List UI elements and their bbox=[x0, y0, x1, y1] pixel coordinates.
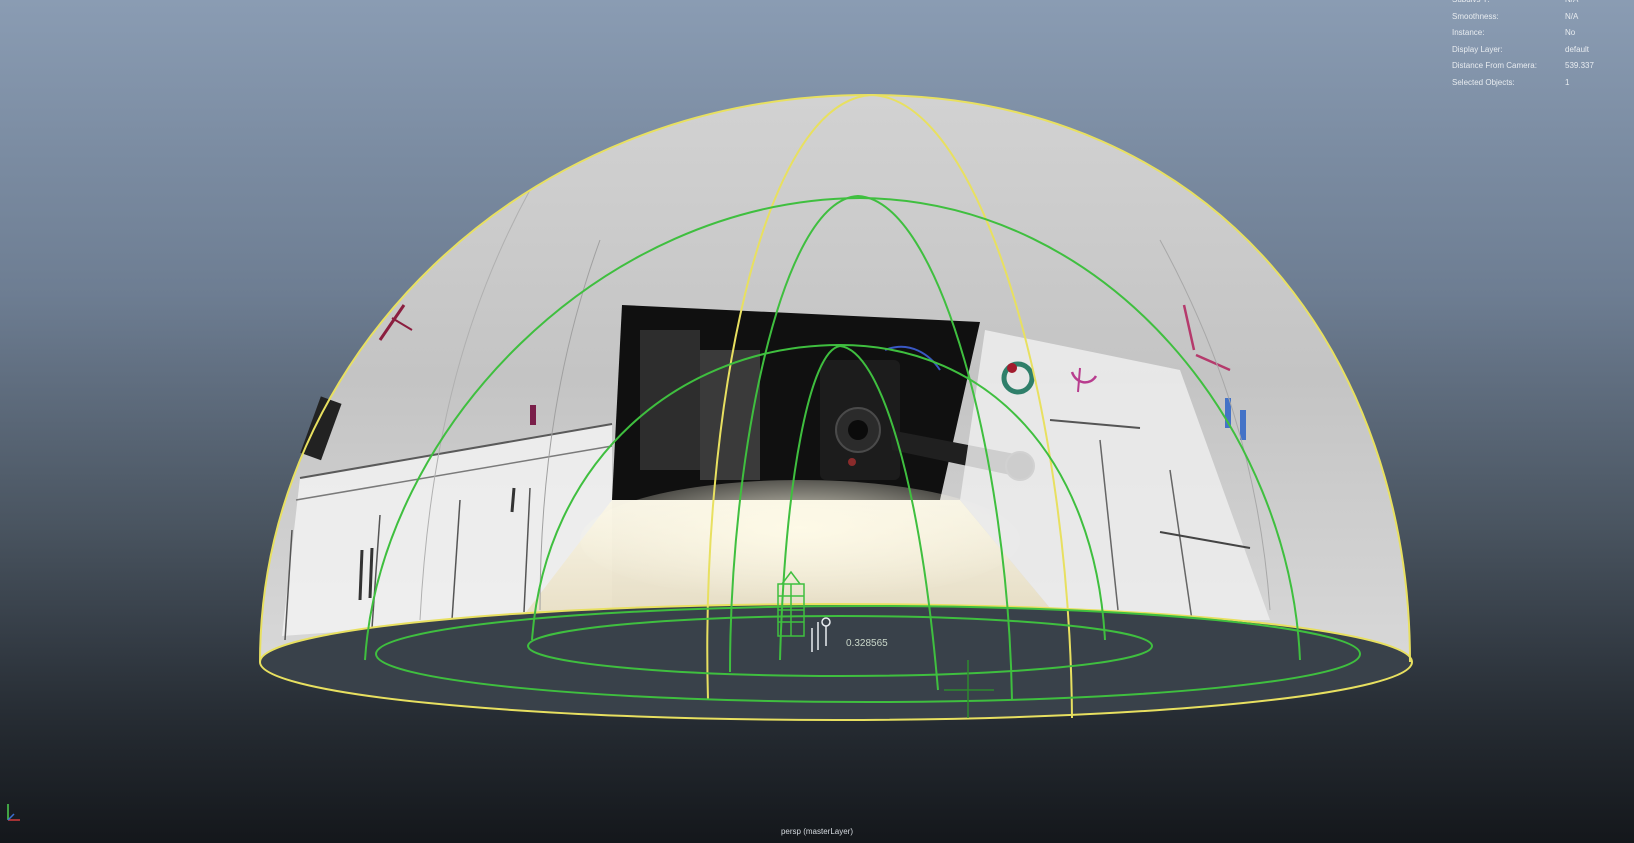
hud-value: 1 bbox=[1565, 77, 1570, 87]
hud-value: 539.337 bbox=[1565, 61, 1594, 70]
hud-value: default bbox=[1565, 44, 1590, 54]
heads-up-display: Subdivs Y: N/A Smoothness: N/A Instance:… bbox=[1452, 0, 1622, 91]
hud-value: N/A bbox=[1565, 11, 1579, 21]
hud-row-selected: Selected Objects: 1 bbox=[1452, 75, 1622, 92]
hud-label: Distance From Camera: bbox=[1452, 61, 1537, 70]
hud-row-display-layer: Display Layer: default bbox=[1452, 42, 1622, 59]
hud-value: No bbox=[1565, 28, 1576, 37]
hud-label: Subdivs Y: bbox=[1452, 0, 1565, 9]
hud-row-smoothness: Smoothness: N/A bbox=[1452, 9, 1622, 26]
hud-label: Smoothness: bbox=[1452, 11, 1499, 21]
hud-label: Selected Objects: bbox=[1452, 77, 1515, 87]
hud-value: N/A bbox=[1565, 0, 1615, 9]
hud-row-instance: Instance: No bbox=[1452, 25, 1622, 42]
hud-label: Instance: bbox=[1452, 28, 1485, 37]
manipulator-readout: 0.328565 bbox=[846, 638, 888, 649]
hud-row-subdivs: Subdivs Y: N/A bbox=[1452, 0, 1622, 9]
hud-label: Display Layer: bbox=[1452, 44, 1503, 54]
scene-view[interactable]: 0.328565 bbox=[0, 0, 1634, 843]
axis-gizmo-icon bbox=[7, 804, 20, 821]
persp-viewport[interactable]: 0.328565 Subdivs Y: N/A Smoothness: N/A … bbox=[0, 0, 1634, 843]
camera-label: persp (masterLayer) bbox=[780, 827, 854, 836]
hud-row-distance: Distance From Camera: 539.337 bbox=[1452, 58, 1622, 75]
